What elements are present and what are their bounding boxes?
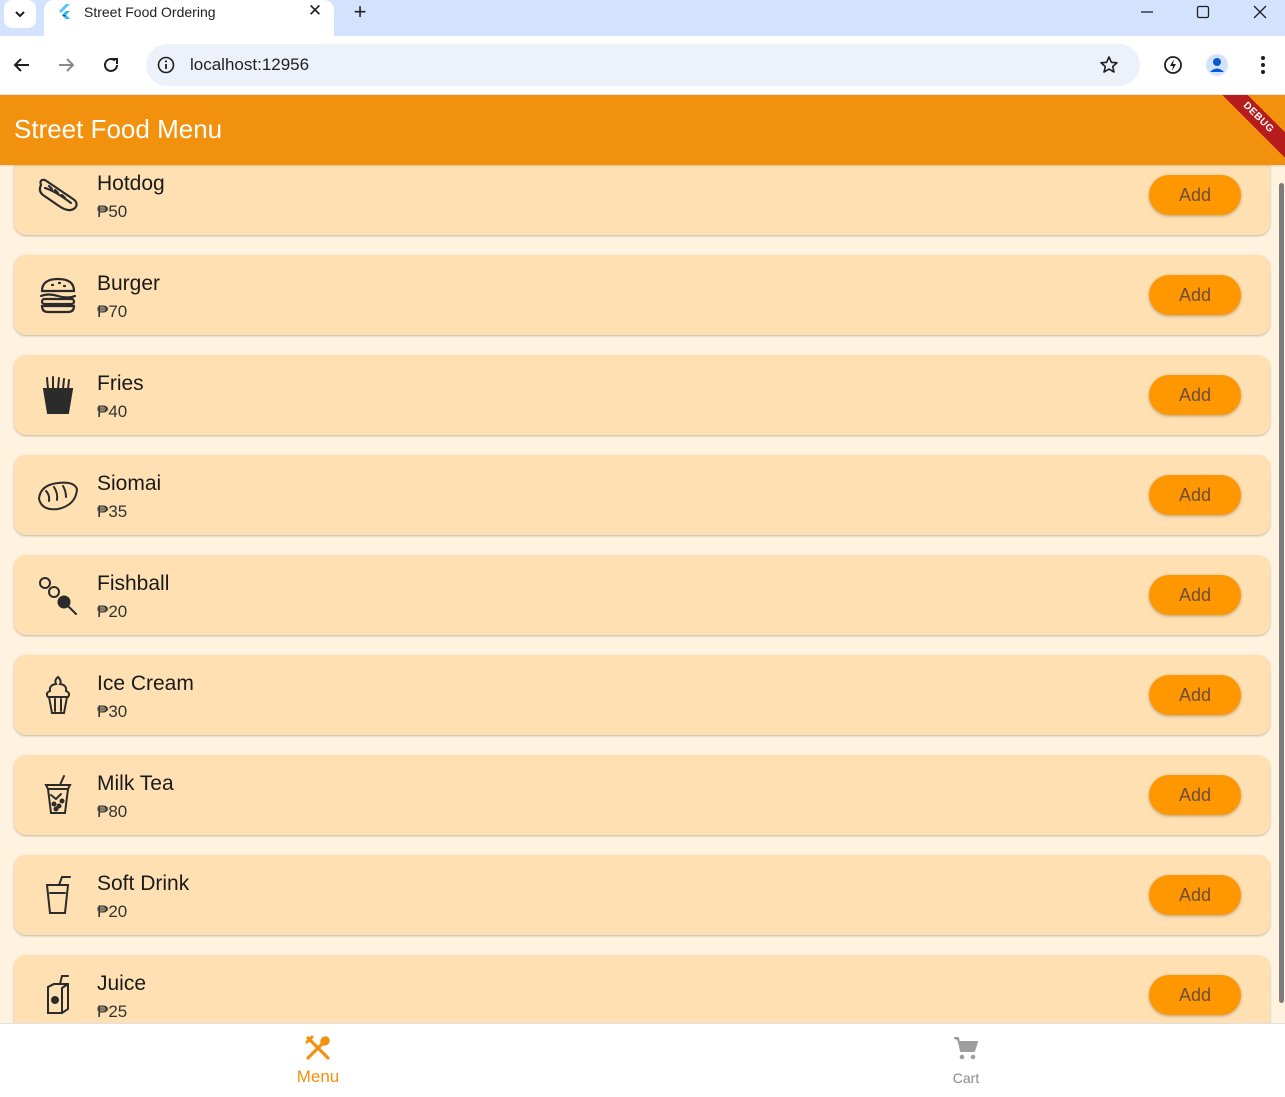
app-viewport: Street Food Menu DEBUG Hotdog ₱50 Add Bu… [0, 95, 1285, 1097]
cart-icon [954, 1037, 978, 1060]
menu-list[interactable]: Hotdog ₱50 Add Burger ₱70 Add Fries ₱40 … [0, 165, 1285, 1023]
bookmark-star-icon[interactable] [1099, 55, 1119, 75]
fries-icon [34, 375, 82, 415]
menu-button[interactable] [1251, 53, 1275, 77]
item-price: ₱20 [97, 602, 128, 621]
flutter-logo-icon [59, 4, 70, 19]
list-item: Siomai ₱35 Add [14, 455, 1270, 535]
item-price: ₱35 [97, 502, 128, 521]
list-item: Burger ₱70 Add [14, 255, 1270, 335]
address-bar[interactable]: localhost:12956 [146, 44, 1140, 86]
ice-cream-icon [34, 675, 82, 715]
add-button[interactable]: Add [1149, 775, 1241, 815]
item-price: ₱20 [97, 902, 128, 921]
lightning-icon [1164, 56, 1182, 74]
item-name: Juice [97, 972, 147, 995]
list-item: Hotdog ₱50 Add [14, 165, 1270, 235]
add-button[interactable]: Add [1149, 375, 1241, 415]
scrollbar[interactable] [1278, 165, 1285, 1023]
item-price: ₱25 [97, 1002, 128, 1021]
list-item: Fishball ₱20 Add [14, 555, 1270, 635]
list-item: Milk Tea ₱80 Add [14, 755, 1270, 835]
juice-box-icon [34, 975, 82, 1015]
item-price: ₱80 [97, 802, 128, 821]
item-name: Fishball [97, 572, 170, 595]
add-button[interactable]: Add [1149, 475, 1241, 515]
tab-search-button[interactable] [4, 0, 36, 28]
add-button[interactable]: Add [1149, 875, 1241, 915]
item-price: ₱50 [97, 202, 128, 221]
item-name: Ice Cream [97, 672, 194, 695]
list-item: Fries ₱40 Add [14, 355, 1270, 435]
add-button[interactable]: Add [1149, 575, 1241, 615]
browser-toolbar: localhost:12956 [0, 36, 1285, 95]
app-bar: Street Food Menu [0, 95, 1285, 165]
back-button[interactable] [10, 53, 34, 77]
more-vert-icon [1261, 56, 1265, 74]
performance-button[interactable] [1161, 53, 1185, 77]
bubble-tea-icon [34, 775, 82, 815]
item-name: Siomai [97, 472, 162, 495]
add-button[interactable]: Add [1149, 175, 1241, 215]
add-button[interactable]: Add [1149, 275, 1241, 315]
nav-label-cart: Cart [952, 1070, 980, 1086]
nav-label-menu: Menu [296, 1067, 340, 1086]
close-icon[interactable]: ✕ [306, 1, 324, 20]
page-title: Street Food Menu [14, 114, 223, 144]
cup-straw-icon [34, 875, 82, 915]
scrollbar-thumb[interactable] [1279, 183, 1284, 1003]
restaurant-icon [305, 1035, 330, 1060]
item-name: Soft Drink [97, 872, 190, 895]
minimize-button[interactable] [1119, 0, 1175, 24]
item-name: Fries [97, 372, 144, 395]
item-name: Burger [97, 272, 161, 295]
forward-button[interactable] [54, 53, 78, 77]
burger-icon [34, 275, 82, 315]
hotdog-icon [34, 175, 82, 215]
item-name: Milk Tea [97, 772, 174, 795]
skewer-icon [34, 575, 82, 615]
list-item: Ice Cream ₱30 Add [14, 655, 1270, 735]
window-close-button[interactable] [1232, 0, 1285, 24]
list-item: Juice ₱25 Add [14, 955, 1270, 1023]
item-price: ₱70 [97, 302, 128, 321]
list-item: Soft Drink ₱20 Add [14, 855, 1270, 935]
bottom-navigation-bar: Menu Cart [0, 1023, 1285, 1097]
browser-tab[interactable]: Street Food Ordering ✕ [44, 0, 334, 36]
tab-title: Street Food Ordering [84, 4, 216, 20]
arrow-left-icon [13, 58, 29, 72]
browser-tab-strip: Street Food Ordering ✕ + [0, 0, 1285, 36]
nav-item-menu[interactable]: Menu [0, 1024, 642, 1096]
reload-icon [104, 57, 118, 72]
item-price: ₱30 [97, 702, 128, 721]
add-button[interactable]: Add [1149, 975, 1241, 1015]
dumpling-icon [34, 475, 82, 515]
item-price: ₱40 [97, 402, 128, 421]
add-button[interactable]: Add [1149, 675, 1241, 715]
new-tab-button[interactable]: + [348, 0, 372, 24]
item-name: Hotdog [97, 172, 165, 195]
profile-button[interactable] [1205, 53, 1229, 77]
reload-button[interactable] [99, 53, 123, 77]
maximize-icon [1196, 5, 1210, 19]
chevron-down-icon [15, 11, 25, 18]
maximize-button[interactable] [1175, 0, 1231, 24]
info-icon[interactable] [157, 56, 175, 74]
nav-item-cart[interactable]: Cart [642, 1024, 1284, 1096]
close-icon [1253, 5, 1267, 19]
plus-icon: + [353, 0, 367, 24]
url-text[interactable]: localhost:12956 [190, 55, 309, 75]
minimize-icon [1141, 11, 1153, 13]
arrow-right-icon [59, 58, 75, 72]
avatar-icon [1206, 54, 1228, 76]
